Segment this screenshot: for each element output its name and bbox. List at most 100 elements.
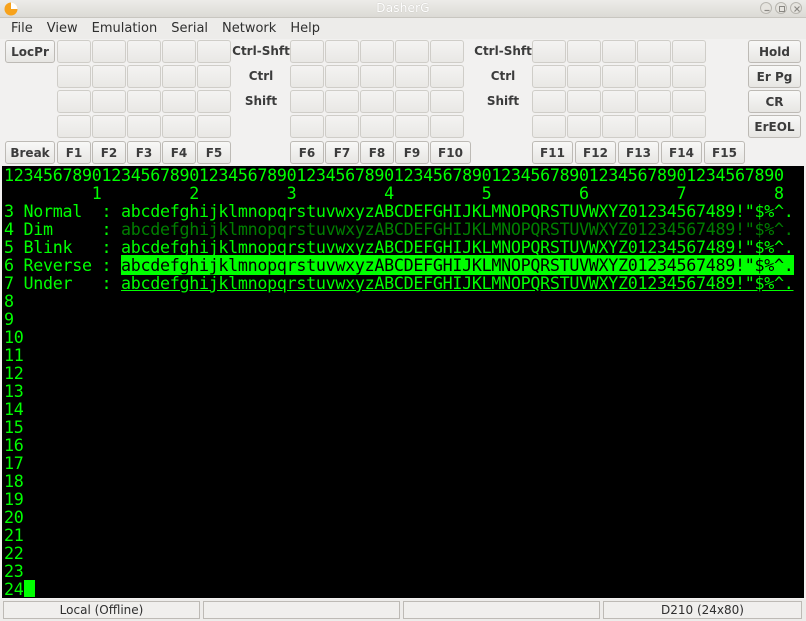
blank-key-g3-r3-c4[interactable] [637, 90, 671, 113]
status-panel-2 [203, 601, 400, 619]
terminal-line-number: 21 [4, 525, 24, 545]
blank-key-g2-r1-c5[interactable] [430, 40, 464, 63]
menu-emulation[interactable]: Emulation [85, 18, 165, 39]
menu-view[interactable]: View [40, 18, 85, 39]
blank-key-g2-r3-c1[interactable] [290, 90, 324, 113]
blank-key-g3-r1-c4[interactable] [637, 40, 671, 63]
locpr-key[interactable]: LocPr [5, 40, 55, 63]
menu-network[interactable]: Network [215, 18, 283, 39]
erase-page-key[interactable]: Er Pg [748, 65, 801, 88]
blank-key-g1-r2-c4[interactable] [162, 65, 196, 88]
blank-key-g1-r4-c5[interactable] [197, 115, 231, 138]
hold-key[interactable]: Hold [748, 40, 801, 63]
cr-key[interactable]: CR [748, 90, 801, 113]
blank-key-g2-r2-c3[interactable] [360, 65, 394, 88]
f14-key[interactable]: F14 [661, 141, 702, 164]
f5-key[interactable]: F5 [197, 141, 231, 164]
blank-key-g3-r3-c5[interactable] [672, 90, 706, 113]
blank-key-g2-r2-c5[interactable] [430, 65, 464, 88]
column-ruler-tens: 1 2 3 4 5 6 7 8 [4, 183, 784, 203]
blank-key-g1-r1-c5[interactable] [197, 40, 231, 63]
blank-key-g3-r4-c2[interactable] [567, 115, 601, 138]
menu-file[interactable]: File [4, 18, 40, 39]
blank-key-g1-r4-c2[interactable] [92, 115, 126, 138]
terminal-line-number: 11 [4, 345, 24, 365]
blank-key-g2-r2-c2[interactable] [325, 65, 359, 88]
terminal-line-number: 10 [4, 327, 24, 347]
f8-key[interactable]: F8 [360, 141, 394, 164]
blank-key-g3-r4-c1[interactable] [532, 115, 566, 138]
f3-key[interactable]: F3 [127, 141, 161, 164]
blank-key-g2-r4-c5[interactable] [430, 115, 464, 138]
blank-key-g1-r4-c1[interactable] [57, 115, 91, 138]
menu-serial[interactable]: Serial [164, 18, 215, 39]
blank-key-g3-r1-c2[interactable] [567, 40, 601, 63]
blank-key-g3-r2-c2[interactable] [567, 65, 601, 88]
blank-key-g2-r3-c5[interactable] [430, 90, 464, 113]
blank-key-g3-r4-c3[interactable] [602, 115, 636, 138]
blank-key-g3-r2-c3[interactable] [602, 65, 636, 88]
blank-key-g2-r2-c4[interactable] [395, 65, 429, 88]
blank-key-g2-r4-c2[interactable] [325, 115, 359, 138]
f2-key[interactable]: F2 [92, 141, 126, 164]
minimize-window-button[interactable] [760, 2, 772, 14]
blank-key-g1-r3-c1[interactable] [57, 90, 91, 113]
blank-key-g1-r3-c5[interactable] [197, 90, 231, 113]
blank-key-g1-r3-c2[interactable] [92, 90, 126, 113]
blank-key-g1-r2-c5[interactable] [197, 65, 231, 88]
blank-key-g2-r2-c1[interactable] [290, 65, 324, 88]
blank-key-g2-r4-c3[interactable] [360, 115, 394, 138]
blank-key-g3-r2-c5[interactable] [672, 65, 706, 88]
blank-key-g3-r3-c1[interactable] [532, 90, 566, 113]
blank-key-g3-r3-c2[interactable] [567, 90, 601, 113]
f1-key[interactable]: F1 [57, 141, 91, 164]
blank-key-g3-r3-c3[interactable] [602, 90, 636, 113]
blank-key-g1-r1-c3[interactable] [127, 40, 161, 63]
f13-key[interactable]: F13 [618, 141, 659, 164]
blank-key-g2-r3-c4[interactable] [395, 90, 429, 113]
blank-key-g3-r2-c4[interactable] [637, 65, 671, 88]
blank-key-g2-r4-c4[interactable] [395, 115, 429, 138]
break-key[interactable]: Break [5, 141, 55, 164]
blank-key-g2-r3-c2[interactable] [325, 90, 359, 113]
blank-key-g2-r1-c3[interactable] [360, 40, 394, 63]
blank-key-g2-r1-c4[interactable] [395, 40, 429, 63]
f9-key[interactable]: F9 [395, 141, 429, 164]
f6-key[interactable]: F6 [290, 141, 324, 164]
f15-key[interactable]: F15 [704, 141, 745, 164]
blank-key-g1-r4-c3[interactable] [127, 115, 161, 138]
terminal-line: 3 Normal : abcdefghijklmnopqrstuvwxyzABC… [4, 202, 794, 220]
blank-key-g1-r1-c2[interactable] [92, 40, 126, 63]
close-icon [794, 6, 800, 12]
blank-key-g1-r1-c4[interactable] [162, 40, 196, 63]
blank-key-g3-r1-c3[interactable] [602, 40, 636, 63]
blank-key-g2-r1-c1[interactable] [290, 40, 324, 63]
blank-key-g2-r1-c2[interactable] [325, 40, 359, 63]
erase-eol-key[interactable]: ErEOL [748, 115, 801, 138]
f7-key[interactable]: F7 [325, 141, 359, 164]
blank-key-g2-r3-c3[interactable] [360, 90, 394, 113]
blank-key-g2-r4-c1[interactable] [290, 115, 324, 138]
minimize-icon [764, 9, 770, 12]
f12-key[interactable]: F12 [575, 141, 616, 164]
row-label-ctrl-shift: Ctrl-Shft [474, 44, 532, 58]
blank-key-g3-r1-c5[interactable] [672, 40, 706, 63]
blank-key-g3-r4-c5[interactable] [672, 115, 706, 138]
blank-key-g1-r3-c4[interactable] [162, 90, 196, 113]
f4-key[interactable]: F4 [162, 141, 196, 164]
menu-help[interactable]: Help [283, 18, 327, 39]
terminal-screen[interactable]: 1234567890123456789012345678901234567890… [2, 166, 804, 598]
f11-key[interactable]: F11 [532, 141, 573, 164]
blank-key-g1-r2-c2[interactable] [92, 65, 126, 88]
blank-key-g1-r1-c1[interactable] [57, 40, 91, 63]
blank-key-g3-r4-c4[interactable] [637, 115, 671, 138]
f10-key[interactable]: F10 [430, 141, 471, 164]
close-window-button[interactable] [790, 2, 802, 14]
blank-key-g1-r2-c3[interactable] [127, 65, 161, 88]
blank-key-g3-r2-c1[interactable] [532, 65, 566, 88]
maximize-window-button[interactable] [775, 2, 787, 14]
blank-key-g1-r4-c4[interactable] [162, 115, 196, 138]
blank-key-g1-r2-c1[interactable] [57, 65, 91, 88]
blank-key-g1-r3-c3[interactable] [127, 90, 161, 113]
blank-key-g3-r1-c1[interactable] [532, 40, 566, 63]
